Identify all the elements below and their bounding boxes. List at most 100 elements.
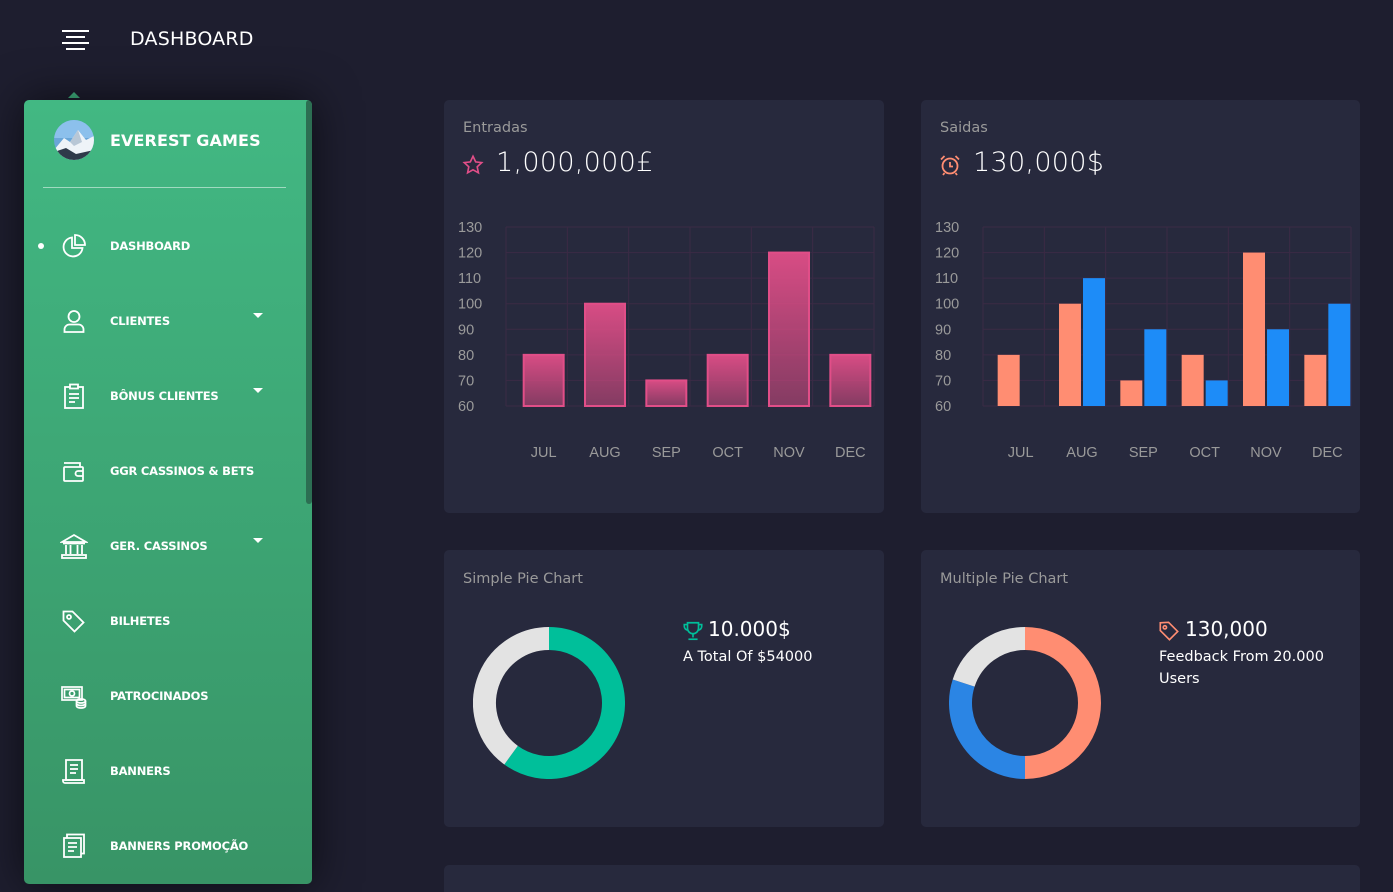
sidebar-item-label: BÔNUS CLIENTES [110, 389, 219, 403]
y-tick-label: 60 [458, 399, 474, 415]
money-coins-icon [60, 682, 88, 710]
card-label: Saidas [940, 120, 988, 136]
x-tick-label: SEP [1129, 445, 1158, 461]
sidebar-item-banners-promocao[interactable]: BANNERS PROMOÇÃO [24, 816, 306, 876]
bar [1304, 354, 1327, 406]
x-tick-label: SEP [652, 445, 681, 461]
y-tick-label: 110 [935, 271, 958, 287]
single-copy-icon [60, 832, 88, 860]
x-tick-label: OCT [1189, 445, 1220, 461]
y-tick-label: 90 [935, 322, 951, 338]
bar [1059, 303, 1081, 406]
x-tick-label: AUG [1066, 445, 1097, 461]
chart-pie-icon [60, 232, 88, 260]
y-tick-label: 70 [458, 373, 474, 389]
sidebar-item-ger-cassinos[interactable]: GER. CASSINOS [24, 516, 306, 576]
x-tick-label: JUL [1008, 445, 1034, 461]
sidebar-caret-icon [68, 92, 80, 98]
y-tick-label: 120 [935, 246, 959, 262]
x-tick-label: JUL [531, 445, 557, 461]
sidebar-item-ggr-cassinos-bets[interactable]: GGR CASSINOS & BETS [24, 441, 306, 501]
bar [829, 353, 872, 408]
brand-name: EVEREST GAMES [110, 130, 261, 150]
sidebar-item-label: BANNERS [110, 764, 171, 778]
sidebar-item-label: DASHBOARD [110, 239, 191, 253]
tag-icon [60, 607, 88, 635]
card-value: 130,000$ [973, 147, 1105, 178]
x-tick-label: DEC [835, 445, 866, 461]
y-tick-label: 120 [458, 246, 482, 262]
card-label: Simple Pie Chart [463, 571, 583, 587]
pie-slice [949, 679, 1026, 779]
y-tick-label: 130 [458, 220, 482, 236]
sidebar-item-label: GER. CASSINOS [110, 539, 208, 553]
x-tick-label: OCT [712, 445, 743, 461]
sidebar-item-clientes[interactable]: CLIENTES [24, 291, 306, 351]
trophy-icon [682, 620, 704, 646]
pie-slice [1024, 627, 1101, 779]
brand-divider [43, 187, 286, 188]
sidebar-item-bilhetes[interactable]: BILHETES [24, 591, 306, 651]
wallet-icon [60, 457, 88, 485]
card-label: Entradas [463, 120, 528, 136]
sidebar-item-label: BANNERS PROMOÇÃO [110, 839, 249, 853]
alarm-clock-icon [938, 153, 962, 181]
x-tick-label: NOV [1250, 445, 1282, 461]
y-tick-label: 90 [458, 322, 474, 338]
bar [768, 251, 810, 408]
y-tick-label: 100 [458, 297, 482, 313]
saidas-bar-chart: 130 120 110 100 90 80 70 60 JUL AUG SEP OCT NOV DEC [935, 220, 1352, 461]
sidebar-item-banners[interactable]: BANNERS [24, 741, 306, 801]
bar [997, 354, 1020, 406]
y-tick-label: 100 [935, 297, 959, 313]
bank-icon [60, 532, 88, 560]
x-tick-label: NOV [773, 445, 805, 461]
y-tick-label: 130 [935, 220, 959, 236]
sidebar: EVEREST GAMES DASHBOARD CLIENTES BÔNUS C… [24, 100, 312, 884]
brand[interactable]: EVEREST GAMES [54, 120, 261, 160]
sidebar-scrollbar[interactable] [306, 100, 312, 504]
tag-icon [1158, 620, 1180, 646]
bar [706, 353, 749, 408]
pie-slice [473, 627, 550, 765]
hamburger-menu-icon[interactable] [62, 30, 89, 50]
pie-slice [952, 627, 1026, 688]
pie-heading: 130,000 [1185, 617, 1268, 641]
x-tick-label: AUG [589, 445, 620, 461]
sidebar-item-label: GGR CASSINOS & BETS [110, 464, 255, 478]
entradas-bar-chart: 130 120 110 100 90 80 70 60 JUL AUG SEP OCT NOV DEC [458, 220, 875, 461]
bar [1181, 354, 1204, 406]
active-dot [38, 243, 44, 249]
sidebar-item-patrocinados[interactable]: PATROCINADOS [24, 666, 306, 726]
y-tick-label: 110 [458, 271, 481, 287]
bar [1267, 329, 1289, 406]
top-navbar: DASHBOARD [0, 0, 1393, 80]
sidebar-item-bonus-clientes[interactable]: BÔNUS CLIENTES [24, 366, 306, 426]
caret-down-icon [253, 313, 263, 318]
bar [1328, 303, 1351, 406]
sidebar-item-label: CLIENTES [110, 314, 170, 328]
sidebar-item-label: PATROCINADOS [110, 689, 209, 703]
sidebar-item-dashboard[interactable]: DASHBOARD [24, 216, 306, 276]
pie-heading: 10.000$ [708, 617, 791, 641]
card-entradas: Entradas 1,000,000£ 130 120 110 100 90 80 70 60… [444, 100, 884, 513]
y-tick-label: 80 [935, 348, 951, 364]
bar [645, 379, 688, 408]
card-multiple-pie: Multiple Pie Chart 130,000 Feedback From… [921, 550, 1360, 827]
card-saidas: Saidas 130,000$ 130 120 110 100 90 80 70 60 JUL A… [921, 100, 1360, 513]
bar [584, 302, 626, 407]
multiple-donut-chart [949, 627, 1101, 779]
y-tick-label: 80 [458, 348, 474, 364]
page-title: DASHBOARD [130, 28, 254, 50]
clipboard-icon [60, 382, 88, 410]
caret-down-icon [253, 388, 263, 393]
simple-donut-chart [473, 627, 625, 779]
bar [522, 353, 565, 408]
star-icon [462, 154, 484, 180]
y-tick-label: 60 [935, 399, 951, 415]
caret-down-icon [253, 538, 263, 543]
user-icon [60, 307, 88, 335]
bar [1144, 329, 1167, 406]
pie-subtext: A Total Of $54000 [683, 649, 813, 665]
brand-logo-avatar [54, 120, 94, 160]
